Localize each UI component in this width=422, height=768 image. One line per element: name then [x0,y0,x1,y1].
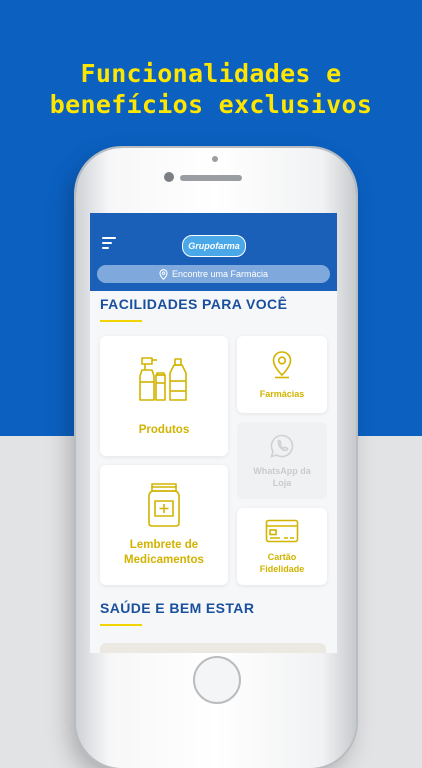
card-produtos-label: Produtos [138,423,190,436]
card-produtos[interactable]: Produtos [100,336,228,456]
card-whatsapp-label: WhatsApp da Loja [253,465,311,488]
health-banner-peek[interactable] [100,643,326,653]
phone-speaker [180,175,242,181]
promo-headline: Funcionalidades e benefícios exclusivos [0,58,422,120]
front-camera [164,172,174,182]
card-farmacias[interactable]: Farmácias [237,336,327,413]
card-lembrete[interactable]: Lembrete de Medicamentos [100,465,228,585]
card-whatsapp[interactable]: WhatsApp da Loja [237,422,327,499]
card-lembrete-label: Lembrete de Medicamentos [124,539,204,566]
phone-sensor [212,156,218,162]
health-title: SAÚDE E BEM ESTAR [100,600,255,616]
card-cartao[interactable]: Cartão Fidelidade [237,508,327,585]
find-pharmacy-button[interactable]: Encontre uma Farmácia [97,265,330,283]
map-pin-icon [272,350,292,378]
hamburger-menu-icon[interactable] [102,237,118,251]
app-header: Grupofarma Encontre uma Farmácia [90,213,337,291]
facilities-title: FACILIDADES PARA VOCÊ [100,296,288,312]
facilities-underline [100,320,142,322]
app-screen: Grupofarma Encontre uma Farmácia FACILID… [90,213,337,653]
cleaning-bottles-icon [139,356,187,401]
whatsapp-icon [270,434,294,458]
card-cartao-label: Cartão Fidelidade [259,551,305,574]
headline-line-2: benefícios exclusivos [49,90,373,119]
headline-line-1: Funcionalidades e [80,59,342,88]
medicine-jar-icon [148,483,180,527]
location-pin-icon [159,268,168,280]
find-pharmacy-label: Encontre uma Farmácia [171,269,269,279]
card-farmacias-label: Farmácias [259,388,305,399]
health-underline [100,624,142,626]
grupofarma-logo: Grupofarma [182,235,246,257]
home-button[interactable] [193,656,241,704]
credit-card-icon [265,519,299,542]
logo-text: Grupofarma [188,241,240,251]
